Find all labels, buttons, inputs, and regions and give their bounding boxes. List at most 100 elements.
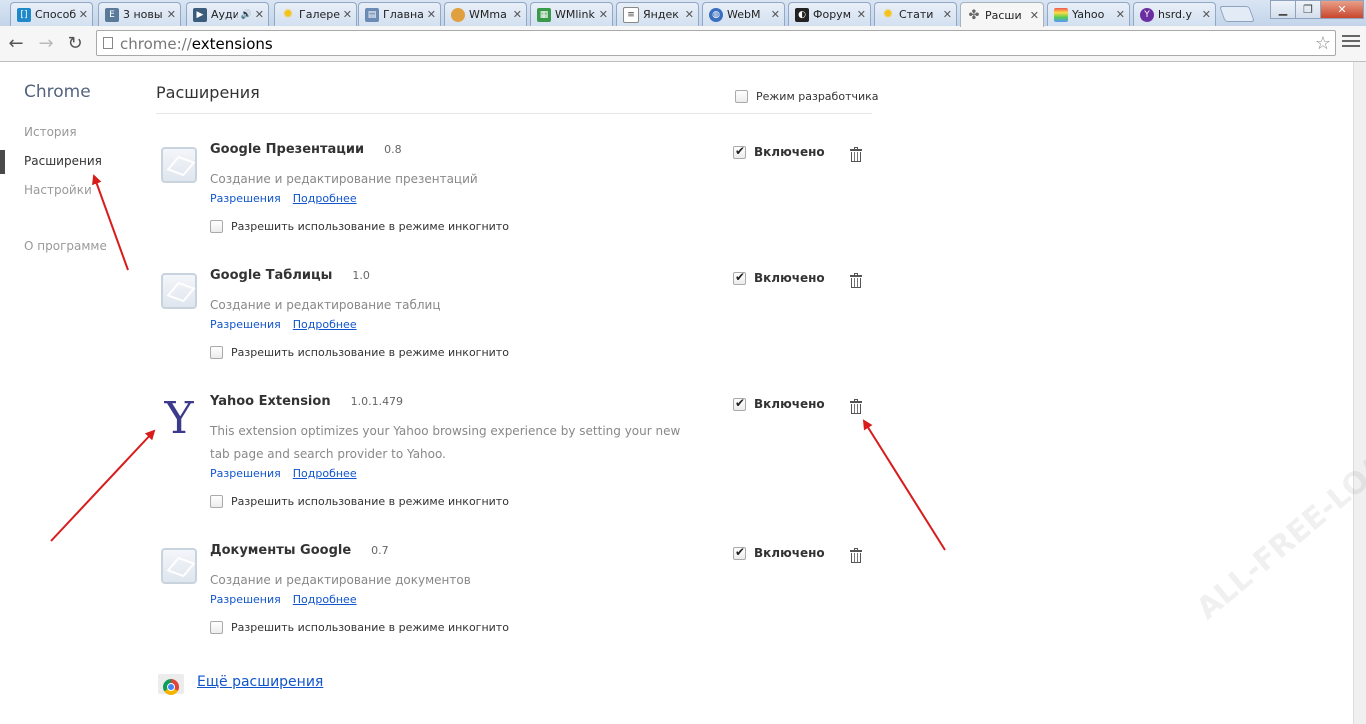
sidebar-item-history[interactable]: История: [24, 125, 77, 139]
trash-icon[interactable]: [850, 273, 862, 288]
tab-title: 3 новы: [123, 8, 163, 21]
sidebar-item-extensions[interactable]: Расширения: [24, 154, 102, 168]
incognito-option[interactable]: Разрешить использование в режиме инкогни…: [210, 495, 509, 508]
arrow-to-yahoo-icon: [50, 429, 156, 542]
tab-3[interactable]: ▶ Аудио 🔊 ✕: [186, 2, 269, 26]
close-icon[interactable]: ✕: [943, 8, 952, 21]
enabled-checkbox[interactable]: [733, 545, 746, 560]
permissions-link[interactable]: Разрешения: [210, 593, 281, 606]
more-extensions-link[interactable]: Ещё расширения: [197, 674, 323, 690]
close-icon[interactable]: ✕: [513, 8, 522, 21]
tab-1[interactable]: [] Способ ✕: [10, 2, 93, 26]
enabled-toggle[interactable]: Включено: [733, 545, 825, 560]
sun-icon: ✹: [882, 7, 894, 22]
tab-title: WMma: [469, 8, 507, 21]
close-icon[interactable]: ✕: [1116, 8, 1125, 21]
close-icon[interactable]: ✕: [427, 8, 436, 21]
webstore-icon: [158, 670, 184, 695]
details-link[interactable]: Подробнее: [293, 593, 357, 606]
close-icon[interactable]: ✕: [1202, 8, 1211, 21]
close-window-button[interactable]: ✕: [1320, 0, 1364, 19]
arrow-to-yahoo-trash: [862, 419, 946, 551]
incognito-option[interactable]: Разрешить использование в режиме инкогни…: [210, 621, 509, 634]
developer-mode-checkbox[interactable]: [735, 90, 748, 103]
tab-12-active[interactable]: ✤ Расши ✕: [960, 2, 1044, 27]
tab-6[interactable]: WMma ✕: [444, 2, 527, 26]
forward-button[interactable]: →: [34, 31, 58, 55]
incognito-label: Разрешить использование в режиме инкогни…: [231, 346, 509, 359]
incognito-checkbox[interactable]: [210, 495, 223, 508]
close-icon[interactable]: ✕: [599, 8, 608, 21]
tab-11[interactable]: ✹ Стати ✕: [874, 2, 957, 26]
details-link[interactable]: Подробнее: [293, 318, 357, 331]
address-bar[interactable]: chrome://extensions ☆: [96, 30, 1336, 56]
tab-13[interactable]: Yahoo ✕: [1047, 2, 1130, 26]
incognito-label: Разрешить использование в режиме инкогни…: [231, 621, 509, 634]
tab-title: WebM: [727, 8, 761, 21]
enabled-toggle[interactable]: Включено: [733, 396, 825, 411]
enabled-checkbox[interactable]: [733, 396, 746, 411]
tab-5[interactable]: ▤ Главна ✕: [358, 2, 441, 26]
permissions-link[interactable]: Разрешения: [210, 192, 281, 205]
incognito-option[interactable]: Разрешить использование в режиме инкогни…: [210, 220, 509, 233]
details-link[interactable]: Подробнее: [293, 467, 357, 480]
close-icon[interactable]: ✕: [343, 8, 352, 21]
browser-toolbar: ← → ↻ chrome://extensions ☆: [0, 26, 1366, 62]
watermark: ALL-FREE-LOAD.NET: [1190, 381, 1366, 627]
close-icon[interactable]: ✕: [857, 8, 866, 21]
enabled-checkbox[interactable]: [733, 270, 746, 285]
puzzle-icon: ✤: [968, 7, 980, 23]
tab-title: Форум: [813, 8, 851, 21]
incognito-checkbox[interactable]: [210, 346, 223, 359]
tab-8[interactable]: ≡ Яндек ✕: [616, 2, 699, 26]
enabled-checkbox[interactable]: [733, 144, 746, 159]
minimize-button[interactable]: ▁: [1270, 0, 1296, 19]
vertical-scrollbar[interactable]: [1353, 62, 1366, 724]
trash-icon[interactable]: [850, 147, 862, 162]
page-title: Расширения: [156, 83, 260, 102]
sun-icon: ✹: [282, 7, 294, 22]
trash-icon[interactable]: [850, 399, 862, 414]
extension-version: 0.8: [384, 143, 402, 156]
sidebar-item-settings[interactable]: Настройки: [24, 183, 92, 197]
new-tab-button[interactable]: [1219, 6, 1255, 22]
tab-9[interactable]: ◍ WebM ✕: [702, 2, 785, 26]
incognito-option[interactable]: Разрешить использование в режиме инкогни…: [210, 346, 509, 359]
letter-e-icon: Ε: [105, 7, 119, 22]
enabled-toggle[interactable]: Включено: [733, 270, 825, 285]
close-icon[interactable]: ✕: [771, 8, 780, 21]
permissions-link[interactable]: Разрешения: [210, 467, 281, 480]
close-icon[interactable]: ✕: [255, 8, 264, 21]
incognito-checkbox[interactable]: [210, 621, 223, 634]
tab-2[interactable]: Ε 3 новы ✕: [98, 2, 181, 26]
arrow-to-extensions: [92, 174, 129, 271]
tab-4[interactable]: ✹ Галере ✕: [274, 2, 357, 26]
details-link[interactable]: Подробнее: [293, 192, 357, 205]
tab-10[interactable]: ◐ Форум ✕: [788, 2, 871, 26]
enabled-toggle[interactable]: Включено: [733, 144, 825, 159]
close-icon[interactable]: ✕: [79, 8, 88, 21]
tab-title: Способ: [35, 8, 76, 21]
reload-button[interactable]: ↻: [63, 31, 87, 55]
globe-icon: ◍: [709, 7, 723, 22]
developer-mode-toggle[interactable]: Режим разработчика: [735, 90, 879, 103]
yahoo-y-icon: Y: [164, 393, 194, 444]
back-button[interactable]: ←: [4, 31, 28, 55]
tab-14[interactable]: Y hsrd.y ✕: [1133, 2, 1216, 26]
incognito-label: Разрешить использование в режиме инкогни…: [231, 495, 509, 508]
close-icon[interactable]: ✕: [685, 8, 694, 21]
bookmark-star-icon[interactable]: ☆: [1315, 33, 1331, 54]
address-text[interactable]: chrome://extensions: [120, 35, 1290, 53]
more-extensions[interactable]: Ещё расширения: [158, 670, 323, 695]
generic-extension-icon: [161, 147, 197, 183]
restore-button[interactable]: ❐: [1295, 0, 1321, 19]
trash-icon[interactable]: [850, 548, 862, 563]
incognito-checkbox[interactable]: [210, 220, 223, 233]
incognito-label: Разрешить использование в режиме инкогни…: [231, 220, 509, 233]
tab-7[interactable]: ▦ WMlink ✕: [530, 2, 613, 26]
sidebar-item-about[interactable]: О программе: [24, 239, 107, 253]
close-icon[interactable]: ✕: [167, 8, 176, 21]
permissions-link[interactable]: Разрешения: [210, 318, 281, 331]
chrome-menu-button[interactable]: [1342, 35, 1360, 51]
close-icon[interactable]: ✕: [1030, 9, 1039, 22]
